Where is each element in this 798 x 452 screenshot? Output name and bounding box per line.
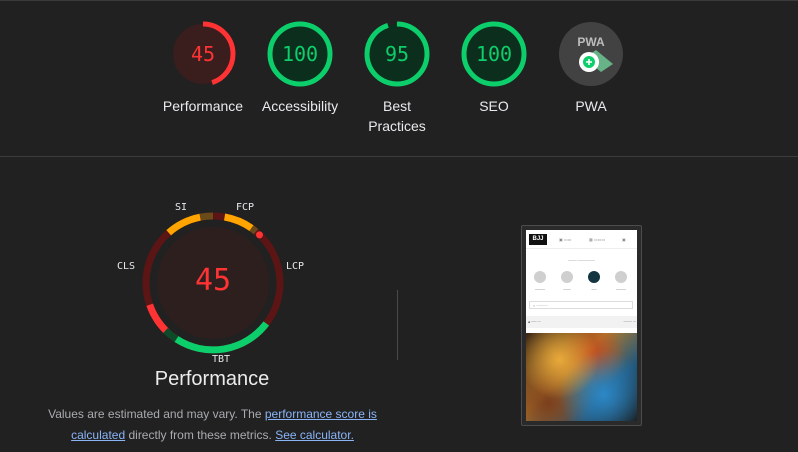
vertical-divider <box>397 290 398 360</box>
screenshot-image: BJJ ▣ ▭▭ ▦ ▭▭▭ ▣ ─── ────── ──── ─── ── … <box>526 230 637 421</box>
gauge-accessibility-value: 100 <box>282 42 318 66</box>
section-divider <box>0 156 798 157</box>
gauge-performance-value: 45 <box>191 42 215 66</box>
gauge-seo[interactable]: 100 SEO <box>439 20 549 116</box>
performance-title: Performance <box>154 368 270 390</box>
metric-label-fcp: FCP <box>236 202 255 213</box>
gauge-accessibility-ring: 100 <box>267 21 333 87</box>
fcp-arc <box>223 213 254 232</box>
gauge-pwa[interactable]: PWA PWA <box>536 20 646 116</box>
gauge-best-practices-ring: 95 <box>364 21 430 87</box>
gauge-performance-label: Performance <box>162 98 244 114</box>
metric-label-si: SI <box>175 202 188 213</box>
performance-score: 45 <box>195 263 231 298</box>
score-note: Values are estimated and may vary. The p… <box>40 404 385 446</box>
gauge-best-practices[interactable]: 95 Best Practices <box>342 20 452 136</box>
metric-label-cls: CLS <box>117 261 136 272</box>
performance-metrics-gauge: 45 <box>142 212 284 354</box>
gauge-pwa-label: PWA <box>575 98 607 114</box>
score-summary: 45 Performance 100 Accessibility 95 Best… <box>0 0 798 157</box>
metric-label-lcp: LCP <box>286 261 305 272</box>
artwork-image <box>526 333 637 421</box>
note-text-2: directly from these metrics. <box>125 428 276 442</box>
pwa-badge-text: PWA <box>577 35 605 49</box>
see-calculator-link[interactable]: See calculator. <box>275 428 354 442</box>
metric-label-tbt: TBT <box>212 354 231 365</box>
gauge-performance-ring: 45 <box>170 21 236 87</box>
final-screenshot-thumbnail[interactable]: BJJ ▣ ▭▭ ▦ ▭▭▭ ▣ ─── ────── ──── ─── ── … <box>521 225 642 426</box>
gauge-seo-label: SEO <box>479 98 509 114</box>
gauge-accessibility-label: Accessibility <box>261 98 339 114</box>
gauge-seo-value: 100 <box>476 42 512 66</box>
gauge-seo-ring: 100 <box>461 21 527 87</box>
gauge-performance[interactable]: 45 Performance <box>148 20 258 116</box>
gauge-best-practices-label: Best Practices <box>368 98 426 134</box>
note-text-1: Values are estimated and may vary. The <box>48 407 265 421</box>
lcp-marker <box>256 231 263 239</box>
pwa-badge-icon: PWA <box>559 22 623 86</box>
gauge-best-practices-value: 95 <box>385 42 409 66</box>
site-logo: BJJ <box>529 234 547 245</box>
gauge-accessibility[interactable]: 100 Accessibility <box>245 20 355 116</box>
